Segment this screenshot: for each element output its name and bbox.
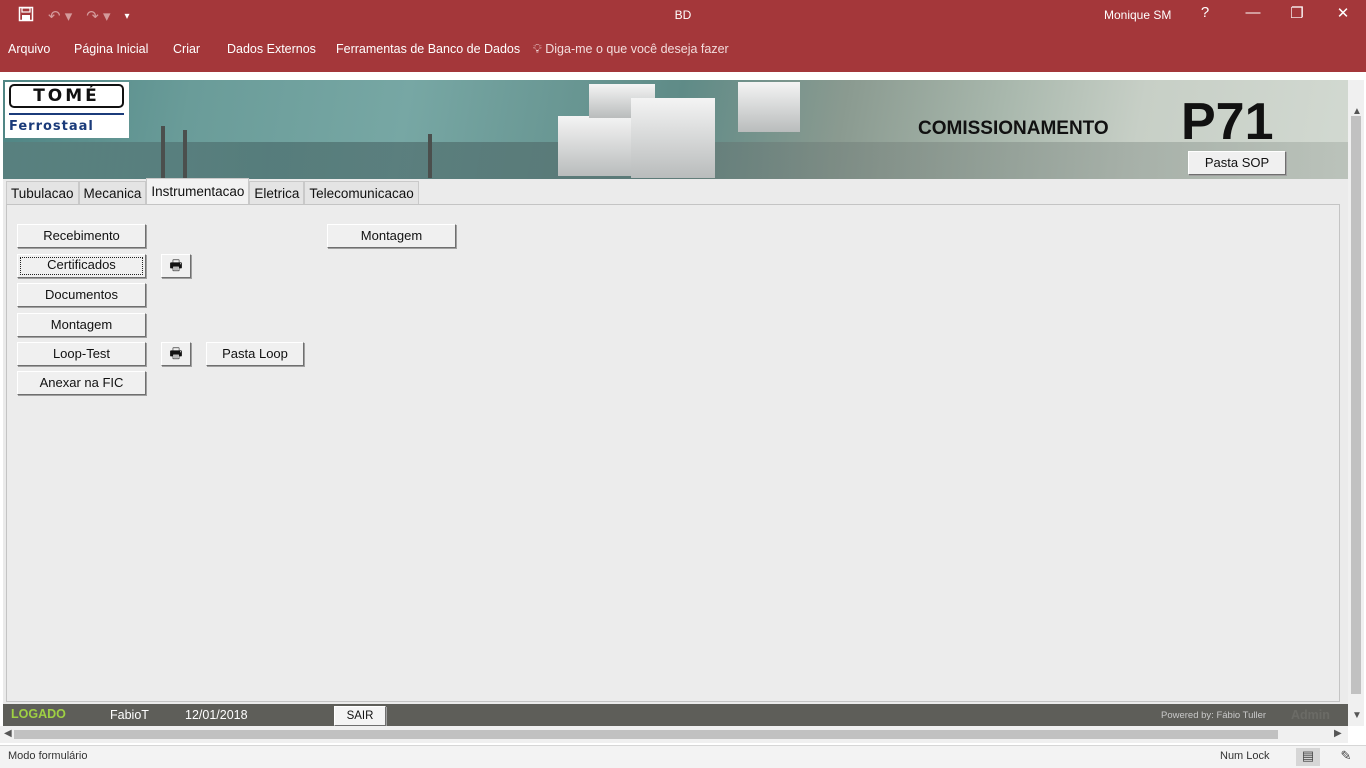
certificados-button[interactable]: Certificados <box>17 254 146 278</box>
scroll-down-icon[interactable]: ▼ <box>1352 710 1362 721</box>
tab-page-instrumentacao: Recebimento Certificados Documentos Mont… <box>6 204 1340 702</box>
montagem-button[interactable]: Montagem <box>17 313 146 337</box>
tab-strip: Tubulacao Mecanica Instrumentacao Eletri… <box>6 178 419 205</box>
header-banner: TOMÉ Ferrostaal COMISSIONAMENTO P71 Past… <box>3 80 1348 179</box>
tab-eletrica[interactable]: Eletrica <box>249 181 305 205</box>
form-view-icon[interactable]: ▤ <box>1296 748 1320 766</box>
view-mode-label: Modo formulário <box>8 750 88 762</box>
help-icon[interactable]: ? <box>1190 4 1220 21</box>
tab-tubulacao[interactable]: Tubulacao <box>6 181 79 205</box>
user-name[interactable]: Monique SM <box>1104 8 1171 22</box>
harbor-shed <box>558 116 632 176</box>
vertical-scroll-thumb[interactable] <box>1351 116 1361 694</box>
tab-telecomunicacao[interactable]: Telecomunicacao <box>304 181 419 205</box>
tell-me-text: Diga-me o que você deseja fazer <box>545 42 729 56</box>
title-bar: ↶ ▾ ↷ ▾ ▾ BD Monique SM ? — ❐ ✕ <box>0 0 1366 32</box>
documentos-button[interactable]: Documentos <box>17 283 146 307</box>
scroll-left-icon[interactable]: ◀ <box>4 728 12 739</box>
minimize-icon[interactable]: — <box>1238 4 1268 21</box>
close-icon[interactable]: ✕ <box>1328 4 1358 22</box>
horizontal-scroll-thumb[interactable] <box>14 730 1278 739</box>
loop-test-button[interactable]: Loop-Test <box>17 342 146 366</box>
powered-by: Powered by: Fábio Tuller <box>1161 710 1267 721</box>
menu-arquivo[interactable]: Arquivo <box>8 42 50 56</box>
printer-icon: 🖶 <box>169 345 183 361</box>
header-title: COMISSIONAMENTO <box>918 118 1109 139</box>
menu-pagina-inicial[interactable]: Página Inicial <box>74 42 148 56</box>
harbor-crane <box>428 134 432 178</box>
pasta-sop-button[interactable]: Pasta SOP <box>1188 151 1286 175</box>
form-area: TOMÉ Ferrostaal COMISSIONAMENTO P71 Past… <box>3 80 1348 726</box>
num-lock-indicator: Num Lock <box>1220 750 1270 762</box>
logo-ferrostaal-text: Ferrostaal <box>9 119 94 134</box>
tab-mecanica[interactable]: Mecanica <box>78 181 147 205</box>
printer-icon: 🖶 <box>169 257 183 273</box>
logo-tome-text: TOMÉ <box>9 84 124 108</box>
horizontal-scrollbar[interactable]: ◀ ▶ <box>0 726 1348 743</box>
login-date: 12/01/2018 <box>185 708 248 722</box>
logged-user: FabioT <box>110 708 149 722</box>
harbor-crane <box>183 130 187 178</box>
harbor-crane <box>161 126 165 178</box>
recebimento-button[interactable]: Recebimento <box>17 224 146 248</box>
layout-view-icon[interactable]: ✎ <box>1334 748 1358 766</box>
menu-ferramentas-bd[interactable]: Ferramentas de Banco de Dados <box>336 42 520 56</box>
lightbulb-icon: 💡︎ <box>533 42 542 56</box>
print-certificados-button[interactable]: 🖶 <box>161 254 191 278</box>
status-bar: Modo formulário Num Lock ▤ ✎ <box>0 745 1366 768</box>
harbor-shed <box>738 82 800 132</box>
tome-ferrostaal-logo: TOMÉ Ferrostaal <box>5 82 129 138</box>
menu-dados-externos[interactable]: Dados Externos <box>227 42 316 56</box>
project-code: P71 <box>1181 93 1274 151</box>
ribbon-menu: Arquivo Página Inicial Criar Dados Exter… <box>0 32 1366 72</box>
logo-divider <box>9 113 124 115</box>
montagem-right-button[interactable]: Montagem <box>327 224 456 248</box>
harbor-shed <box>631 98 715 178</box>
restore-icon[interactable]: ❐ <box>1282 4 1312 22</box>
form-footer: LOGADO FabioT 12/01/2018 SAIR Powered by… <box>3 704 1348 726</box>
scroll-right-icon[interactable]: ▶ <box>1334 728 1342 739</box>
anexar-fic-button[interactable]: Anexar na FIC <box>17 371 146 395</box>
tab-instrumentacao[interactable]: Instrumentacao <box>146 178 250 204</box>
tell-me-search[interactable]: 💡︎ Diga-me o que você deseja fazer <box>533 42 729 57</box>
pasta-loop-button[interactable]: Pasta Loop <box>206 342 304 366</box>
logged-status: LOGADO <box>11 707 66 721</box>
print-loop-test-button[interactable]: 🖶 <box>161 342 191 366</box>
sair-button[interactable]: SAIR <box>334 706 386 726</box>
admin-label[interactable]: Admin <box>1291 708 1330 722</box>
menu-criar[interactable]: Criar <box>173 42 200 56</box>
vertical-scrollbar[interactable]: ▲ ▼ <box>1348 80 1364 726</box>
